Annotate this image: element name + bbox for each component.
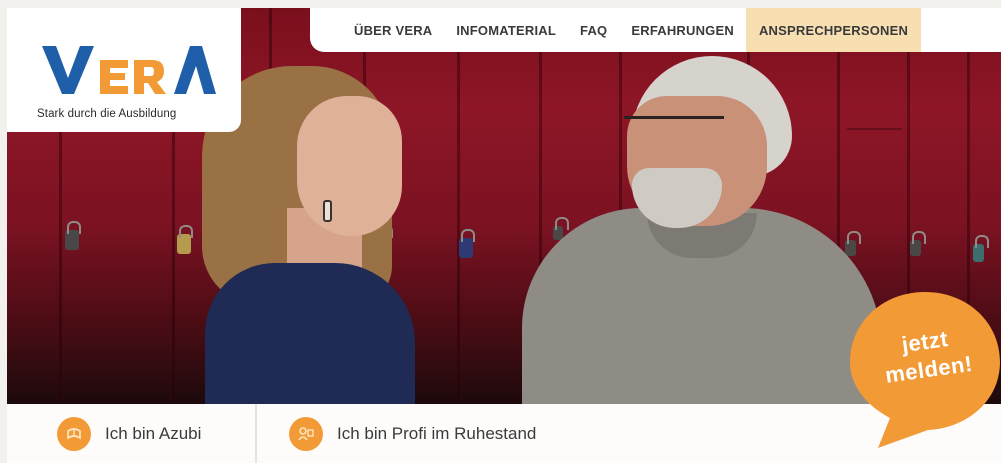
vera-logo-icon (42, 46, 216, 94)
audience-azubi-link[interactable]: Ich bin Azubi (57, 404, 201, 463)
jetzt-melden-button[interactable]: jetzt melden! (850, 288, 1000, 448)
profi-icon (289, 416, 323, 451)
nav-item-erfahrungen[interactable]: ERFAHRUNGEN (619, 8, 746, 52)
audience-azubi-label: Ich bin Azubi (105, 423, 202, 443)
nav-item-infomaterial[interactable]: INFOMATERIAL (444, 8, 568, 52)
nav-item-ansprechpersonen[interactable]: ANSPRECHPERSONEN (745, 8, 922, 52)
main-navigation: ÜBER VERA INFOMATERIAL FAQ ERFAHRUNGEN A… (310, 8, 1001, 52)
audience-profi-label: Ich bin Profi im Ruhestand (337, 423, 537, 443)
logo-home-link[interactable]: Stark durch die Ausbildung (7, 8, 241, 132)
azubi-icon (57, 416, 91, 451)
audience-divider (255, 404, 257, 463)
nav-item-ueber-vera[interactable]: ÜBER VERA (342, 8, 444, 52)
nav-item-faq[interactable]: FAQ (568, 8, 619, 52)
audience-profi-link[interactable]: Ich bin Profi im Ruhestand (289, 404, 536, 463)
logo-tagline: Stark durch die Ausbildung (37, 108, 177, 120)
page: Stark durch die Ausbildung ÜBER VERA INF… (0, 0, 1001, 463)
